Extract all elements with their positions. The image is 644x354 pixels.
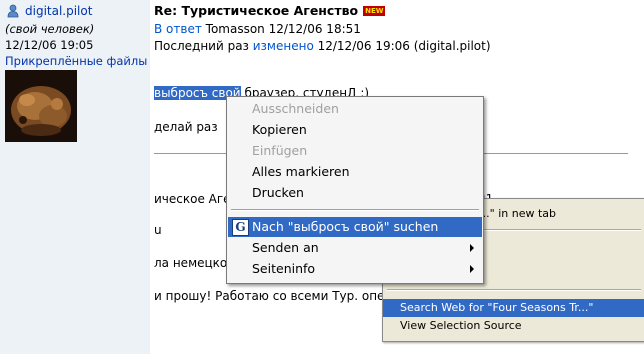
last-edit-prefix: Последний раз [154,39,249,53]
menu-item-search[interactable]: G Nach "выбросъ свой" suchen [228,217,482,237]
avatar [5,70,77,142]
menu-item-copy[interactable]: Kopieren [228,120,482,140]
post-body-line2: делай раз [154,120,218,134]
reply-link[interactable]: В ответ [154,22,202,36]
submenu-arrow-icon [470,244,474,252]
search-web-item[interactable]: Search Web for "Four Seasons Tr..." [383,299,644,317]
menu-item-print[interactable]: Drucken [228,183,482,203]
author-sidebar: digital.pilot (свой человек) 12/12/06 19… [0,0,150,354]
author-date: 12/12/06 19:05 [5,38,94,52]
page-info-label: Seiteninfo [252,261,316,276]
new-badge: NEW [363,5,386,16]
menu-separator [231,209,479,211]
changed-info: 12/12/06 19:06 (digital.pilot) [317,39,491,53]
changed-link[interactable]: изменено [253,39,314,53]
author-status: (свой человек) [5,22,95,36]
menu-item-send-to[interactable]: Senden an [228,238,482,258]
quote-line2: u [154,223,162,237]
view-selection-source-item[interactable]: View Selection Source [383,317,644,335]
reply-to-text: Tomasson 12/12/06 18:51 [205,22,361,36]
menu-item-paste[interactable]: Einfügen [228,141,482,161]
reply-info: В ответ Tomasson 12/12/06 18:51 [154,22,361,36]
google-icon: G [232,219,249,236]
author-info: digital.pilot [6,3,92,19]
send-to-label: Senden an [252,240,319,255]
submenu-arrow-icon [470,265,474,273]
menu-item-select-all[interactable]: Alles markieren [228,162,482,182]
edit-info: Последний раз изменено 12/12/06 19:06 (d… [154,39,491,53]
post-title: Re: Туристическое Агенство NEW [154,3,386,18]
menu-separator [387,289,641,291]
menu-item-cut[interactable]: Ausschneiden [228,99,482,119]
search-item-label: Nach "выбросъ свой" suchen [252,219,439,234]
context-menu: Ausschneiden Kopieren Einfügen Alles mar… [226,96,484,284]
attached-files-link[interactable]: Прикреплённые файлы [5,54,147,68]
menu-item-page-info[interactable]: Seiteninfo [228,259,482,279]
quote-line3: ла немецкое [154,256,235,270]
post-title-text: Re: Туристическое Агенство [154,3,359,18]
quote-line4: и прошу! Работаю со всеми Тур. опера [154,289,400,303]
author-name-link[interactable]: digital.pilot [25,4,92,18]
user-icon [7,4,19,18]
